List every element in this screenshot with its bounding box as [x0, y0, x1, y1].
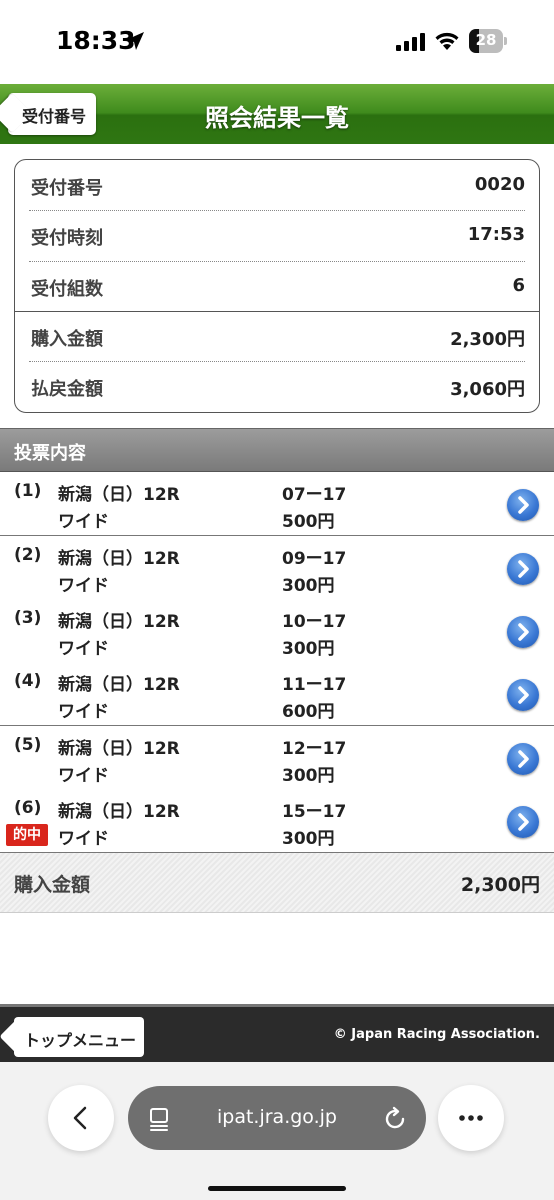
chevron-left-icon [73, 1106, 87, 1130]
more-dots-icon [459, 1115, 483, 1121]
receipt-time-label: 受付時刻 [31, 228, 103, 249]
vote-race: 新潟（日）12R [58, 739, 180, 759]
vote-item[interactable]: (4) 新潟（日）12R ワイド 11ー17 600円 [0, 662, 554, 726]
summary-box: 受付番号 0020 受付時刻 17:53 受付組数 6 購入金額 2,300円 … [14, 159, 540, 413]
vote-race: 新潟（日）12R [58, 802, 180, 822]
payout-amount-row: 払戻金額 3,060円 [31, 361, 525, 411]
vote-number: (6) [14, 798, 42, 818]
vote-content-title: 投票内容 [14, 443, 86, 464]
top-menu-button[interactable]: トップメニュー [14, 1017, 144, 1057]
status-bar: 18:33 28 [0, 0, 554, 84]
receipt-time-value: 17:53 [467, 224, 525, 245]
page-title: 照会結果一覧 [205, 104, 349, 132]
receipt-time-row: 受付時刻 17:53 [31, 210, 525, 260]
battery-icon: 28 [469, 29, 507, 53]
vote-item[interactable]: (3) 新潟（日）12R ワイド 10ー17 300円 [0, 599, 554, 663]
vote-combination: 09ー17 [282, 549, 347, 569]
signal-icon [396, 33, 425, 51]
purchase-amount-value: 2,300円 [450, 329, 525, 350]
vote-combination: 11ー17 [282, 675, 347, 695]
hit-badge: 的中 [6, 824, 48, 846]
chevron-right-icon[interactable] [507, 743, 539, 775]
browser-back-button[interactable] [48, 1085, 114, 1151]
vote-bet-type: ワイド [58, 576, 109, 596]
set-count-label: 受付組数 [31, 279, 103, 300]
vote-item[interactable]: (5) 新潟（日）12R ワイド 12ー17 300円 [0, 726, 554, 790]
chevron-right-icon[interactable] [507, 679, 539, 711]
vote-amount: 300円 [282, 829, 335, 849]
vote-amount: 300円 [282, 766, 335, 786]
payout-amount-value: 3,060円 [450, 379, 525, 400]
vote-bet-type: ワイド [58, 512, 109, 532]
total-value: 2,300円 [460, 874, 540, 896]
copyright: © Japan Racing Association. [333, 1027, 540, 1042]
vote-number: (3) [14, 608, 42, 628]
vote-race: 新潟（日）12R [58, 612, 180, 632]
vote-content-header: 投票内容 [0, 428, 554, 472]
chevron-right-icon[interactable] [507, 806, 539, 838]
vote-race: 新潟（日）12R [58, 485, 180, 505]
wifi-icon [435, 32, 459, 50]
address-bar[interactable]: ipat.jra.go.jp [128, 1086, 426, 1150]
vote-number: (5) [14, 735, 42, 755]
receipt-number-value: 0020 [474, 174, 525, 195]
vote-number: (4) [14, 671, 42, 691]
vote-bet-type: ワイド [58, 702, 109, 722]
vote-combination: 07ー17 [282, 485, 347, 505]
vote-item[interactable]: (6) 新潟（日）12R 的中 ワイド 15ー17 300円 [0, 789, 554, 853]
receipt-number-row: 受付番号 0020 [31, 160, 525, 210]
vote-bet-type: ワイド [58, 829, 109, 849]
vote-amount: 500円 [282, 512, 335, 532]
vote-item[interactable]: (1) 新潟（日）12R ワイド 07ー17 500円 [0, 472, 554, 536]
vote-number: (2) [14, 545, 42, 565]
more-button[interactable] [438, 1085, 504, 1151]
receipt-number-label: 受付番号 [31, 178, 103, 199]
payout-amount-label: 払戻金額 [31, 379, 103, 400]
vote-amount: 300円 [282, 576, 335, 596]
chevron-right-icon[interactable] [507, 489, 539, 521]
app-header: 受付番号 照会結果一覧 [0, 84, 554, 144]
battery-level: 28 [475, 31, 497, 49]
total-bar: 購入金額 2,300円 [0, 853, 554, 913]
vote-number: (1) [14, 481, 42, 501]
purchase-amount-label: 購入金額 [31, 329, 103, 350]
location-arrow-icon [126, 32, 144, 50]
purchase-amount-row: 購入金額 2,300円 [31, 311, 525, 361]
vote-amount: 600円 [282, 702, 335, 722]
vote-race: 新潟（日）12R [58, 549, 180, 569]
vote-amount: 300円 [282, 639, 335, 659]
reload-icon[interactable] [382, 1106, 408, 1132]
vote-combination: 12ー17 [282, 739, 347, 759]
chevron-right-icon[interactable] [507, 553, 539, 585]
set-count-row: 受付組数 6 [31, 261, 525, 311]
vote-item[interactable]: (2) 新潟（日）12R ワイド 09ー17 300円 [0, 536, 554, 600]
vote-combination: 15ー17 [282, 802, 347, 822]
set-count-value: 6 [512, 275, 525, 296]
chevron-right-icon[interactable] [507, 616, 539, 648]
vote-race: 新潟（日）12R [58, 675, 180, 695]
browser-toolbar: ipat.jra.go.jp [0, 1062, 554, 1200]
vote-combination: 10ー17 [282, 612, 347, 632]
top-menu-label: トップメニュー [24, 1031, 137, 1050]
vote-bet-type: ワイド [58, 639, 109, 659]
total-label: 購入金額 [14, 874, 91, 896]
footer: トップメニュー © Japan Racing Association. [0, 1004, 554, 1062]
vote-bet-type: ワイド [58, 766, 109, 786]
home-indicator [208, 1186, 346, 1191]
